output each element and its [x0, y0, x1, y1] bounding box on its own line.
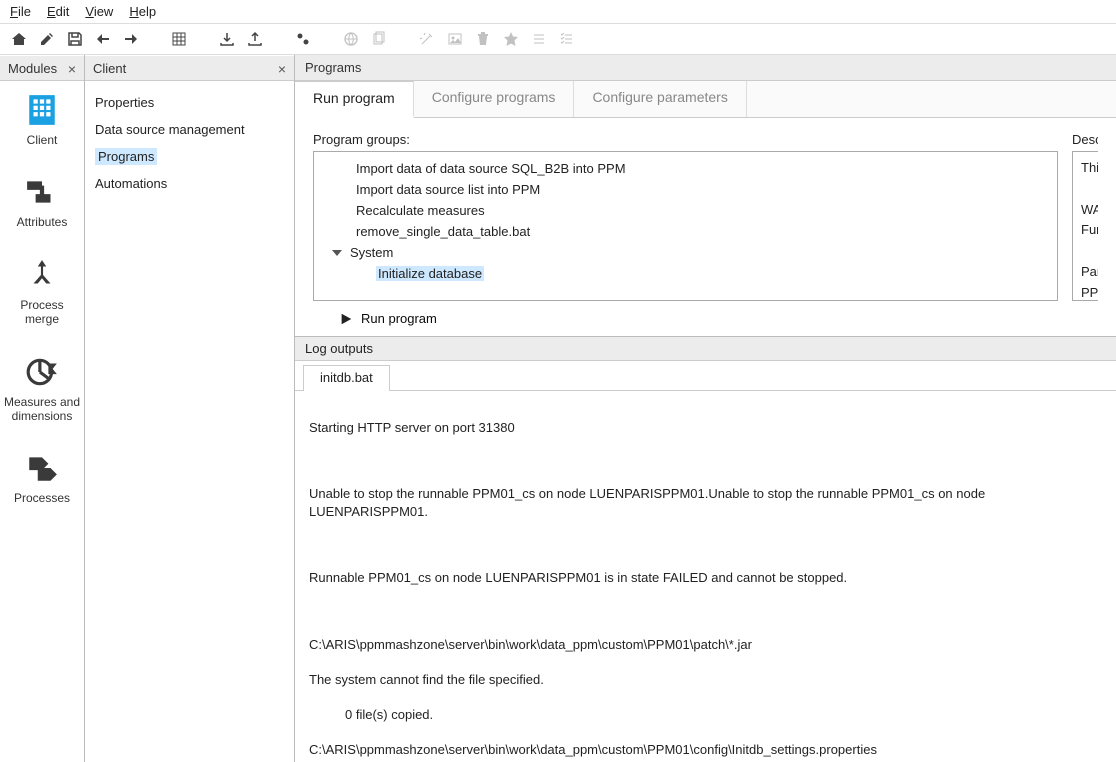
checklist-icon — [558, 30, 576, 48]
nav-label: Properties — [95, 95, 154, 110]
description-text: This program initializes the database of… — [1072, 151, 1098, 301]
nav-label: Programs — [95, 148, 157, 165]
export-icon[interactable] — [246, 30, 264, 48]
work-title: Programs — [305, 60, 361, 75]
menu-view[interactable]: View — [85, 4, 113, 19]
nav-label: Data source management — [95, 122, 245, 137]
nav-properties[interactable]: Properties — [85, 89, 294, 116]
close-icon[interactable]: × — [276, 60, 288, 78]
tree-label: Initialize database — [376, 266, 484, 281]
work-header: Programs — [295, 55, 1116, 81]
tree-label: Import data source list into PPM — [356, 182, 540, 197]
image-icon — [446, 30, 464, 48]
save-icon[interactable] — [66, 30, 84, 48]
work-area: Programs Run program Configure programs … — [295, 55, 1116, 762]
settings-icon[interactable] — [294, 30, 312, 48]
tree-item[interactable]: Import data source list into PPM — [328, 179, 1057, 200]
menubar: File Edit View Help — [0, 0, 1116, 24]
log-header: Log outputs — [295, 337, 1116, 361]
tab-label: Configure parameters — [592, 89, 727, 105]
nav-data-source[interactable]: Data source management — [85, 116, 294, 143]
forward-icon[interactable] — [122, 30, 140, 48]
nav-label: Automations — [95, 176, 167, 191]
tab-configure-programs[interactable]: Configure programs — [414, 81, 575, 117]
description-label: Description: — [1072, 132, 1098, 147]
module-processes[interactable]: Processes — [0, 439, 84, 521]
module-label: Client — [27, 133, 58, 147]
modules-title: Modules — [8, 61, 57, 76]
client-title: Client — [93, 61, 126, 76]
client-panel: Client × Properties Data source manageme… — [85, 55, 295, 762]
log-line: Starting HTTP server on port 31380 — [309, 419, 1102, 437]
menu-file[interactable]: File — [10, 4, 31, 19]
list-icon — [530, 30, 548, 48]
tab-run-program[interactable]: Run program — [295, 81, 414, 118]
nav-programs[interactable]: Programs — [85, 143, 294, 170]
desc-line: PPM_CONF_INITDB_LANGUAGE: Specifies the … — [1081, 283, 1098, 304]
run-button-label: Run program — [361, 311, 437, 326]
log-tab-initdb[interactable]: initdb.bat — [303, 365, 390, 391]
import-icon[interactable] — [218, 30, 236, 48]
tab-configure-parameters[interactable]: Configure parameters — [574, 81, 746, 117]
log-line: Unable to stop the runnable PPM01_cs on … — [309, 485, 1102, 520]
module-label: Processes — [14, 491, 70, 505]
copy-icon — [370, 30, 388, 48]
tree-item[interactable]: remove_single_data_table.bat — [328, 221, 1057, 242]
home-icon[interactable] — [10, 30, 28, 48]
log-line: C:\ARIS\ppmmashzone\server\bin\work\data… — [309, 636, 1102, 654]
log-tab-label: initdb.bat — [320, 370, 373, 385]
module-attributes[interactable]: Attributes — [0, 163, 84, 245]
wand-icon — [418, 30, 436, 48]
tree-item[interactable]: Recalculate measures — [328, 200, 1057, 221]
tree-label: Recalculate measures — [356, 203, 485, 218]
client-header: Client × — [85, 55, 294, 81]
program-groups-label: Program groups: — [313, 132, 1058, 147]
log-line: Runnable PPM01_cs on node LUENPARISPPM01… — [309, 569, 1102, 587]
delete-icon — [474, 30, 492, 48]
module-measures-dimensions[interactable]: Measures and dimensions — [0, 343, 84, 440]
tab-label: Configure programs — [432, 89, 556, 105]
module-label: Attributes — [17, 215, 68, 229]
log-line: C:\ARIS\ppmmashzone\server\bin\work\data… — [309, 741, 1102, 759]
tab-bar: Run program Configure programs Configure… — [295, 81, 1116, 118]
chevron-down-icon — [332, 250, 342, 256]
tree-label: System — [350, 245, 393, 260]
nav-automations[interactable]: Automations — [85, 170, 294, 197]
toolbar — [0, 24, 1116, 55]
module-client[interactable]: Client — [0, 81, 84, 163]
close-icon[interactable]: × — [66, 60, 78, 78]
module-process-merge[interactable]: Process merge — [0, 246, 84, 343]
back-icon[interactable] — [94, 30, 112, 48]
tree-item[interactable]: Import data of data source SQL_B2B into … — [328, 158, 1057, 179]
tree-label: remove_single_data_table.bat — [356, 224, 530, 239]
tree-item-initialize-database[interactable]: Initialize database — [328, 263, 1057, 284]
grid-icon[interactable] — [170, 30, 188, 48]
desc-line: WARNING: When you run this program, you … — [1081, 200, 1098, 221]
program-tree[interactable]: Import data of data source SQL_B2B into … — [313, 151, 1058, 301]
modules-header: Modules × — [0, 55, 84, 81]
tab-label: Run program — [313, 90, 395, 106]
log-tabs: initdb.bat — [295, 361, 1116, 391]
globe-icon — [342, 30, 360, 48]
tree-group-system[interactable]: System — [328, 242, 1057, 263]
star-icon — [502, 30, 520, 48]
menu-help[interactable]: Help — [129, 4, 156, 19]
edit-icon[interactable] — [38, 30, 56, 48]
run-program-button[interactable]: Run program — [313, 301, 1058, 330]
menu-edit[interactable]: Edit — [47, 4, 69, 19]
desc-line: Parameters: — [1081, 262, 1098, 283]
log-section: Log outputs initdb.bat Starting HTTP ser… — [295, 336, 1116, 762]
module-label: Measures and dimensions — [2, 395, 82, 424]
tree-label: Import data of data source SQL_B2B into … — [356, 161, 626, 176]
module-label: Process merge — [2, 298, 82, 327]
log-output[interactable]: Starting HTTP server on port 31380 Unabl… — [295, 391, 1116, 762]
description-panel: Description: This program initializes th… — [1072, 132, 1098, 330]
log-line: 0 file(s) copied. — [309, 706, 1102, 724]
desc-line: Further information is available in the … — [1081, 220, 1098, 241]
desc-line: This program initializes the database of… — [1081, 158, 1098, 179]
modules-panel: Modules × Client Attributes Process merg… — [0, 55, 85, 762]
log-line: The system cannot find the file specifie… — [309, 671, 1102, 689]
